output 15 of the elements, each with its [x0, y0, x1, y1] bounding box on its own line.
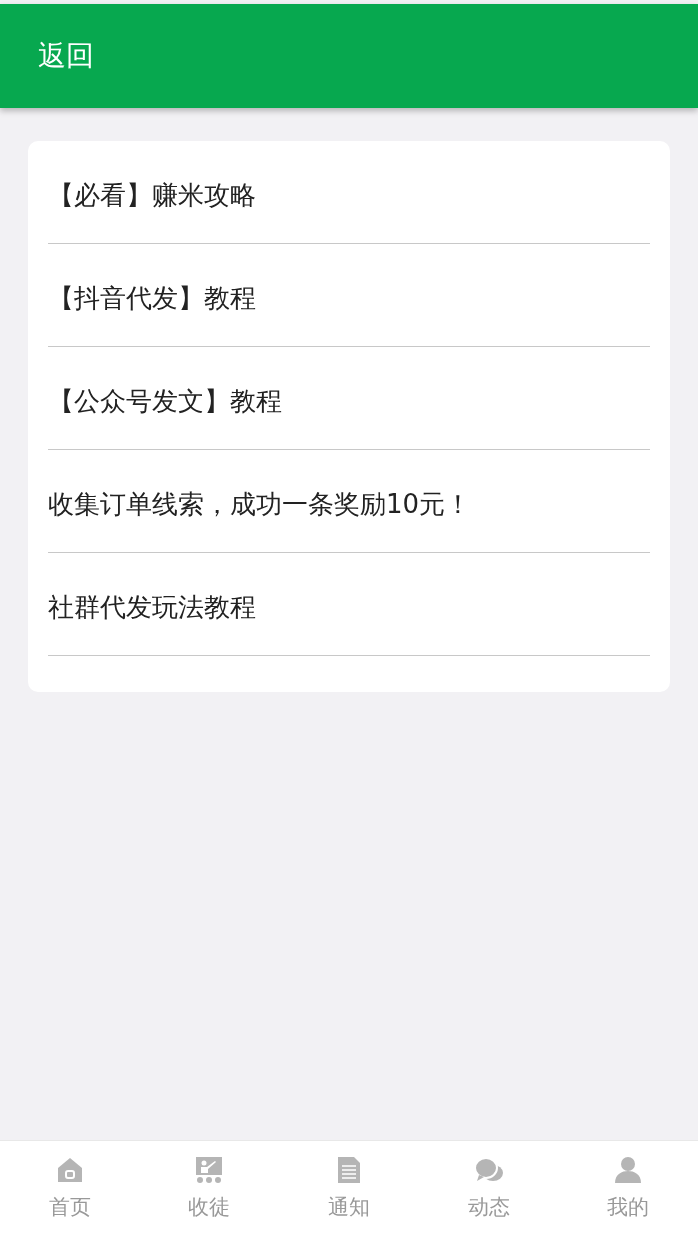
article-link[interactable]: 收集订单线索，成功一条奖励10元！ [48, 450, 650, 553]
nav-tab[interactable]: 通知 [279, 1141, 419, 1239]
user-icon [614, 1156, 643, 1185]
article-link[interactable]: 社群代发玩法教程 [48, 553, 650, 656]
teacher-board-icon [195, 1156, 224, 1185]
nav-tab[interactable]: 首页 [0, 1141, 140, 1239]
document-icon [337, 1156, 361, 1185]
nav-tab[interactable]: 收徒 [139, 1141, 280, 1239]
nav-tab[interactable]: 我的 [558, 1141, 698, 1239]
article-link[interactable]: 【抖音代发】教程 [48, 244, 650, 347]
home-icon [55, 1156, 84, 1185]
article-link[interactable]: 【公众号发文】教程 [48, 347, 650, 450]
nav-tab[interactable]: 动态 [418, 1141, 559, 1239]
article-link[interactable]: 【必看】赚米攻略 [48, 141, 650, 244]
back-button[interactable]: 返回 [38, 35, 94, 77]
